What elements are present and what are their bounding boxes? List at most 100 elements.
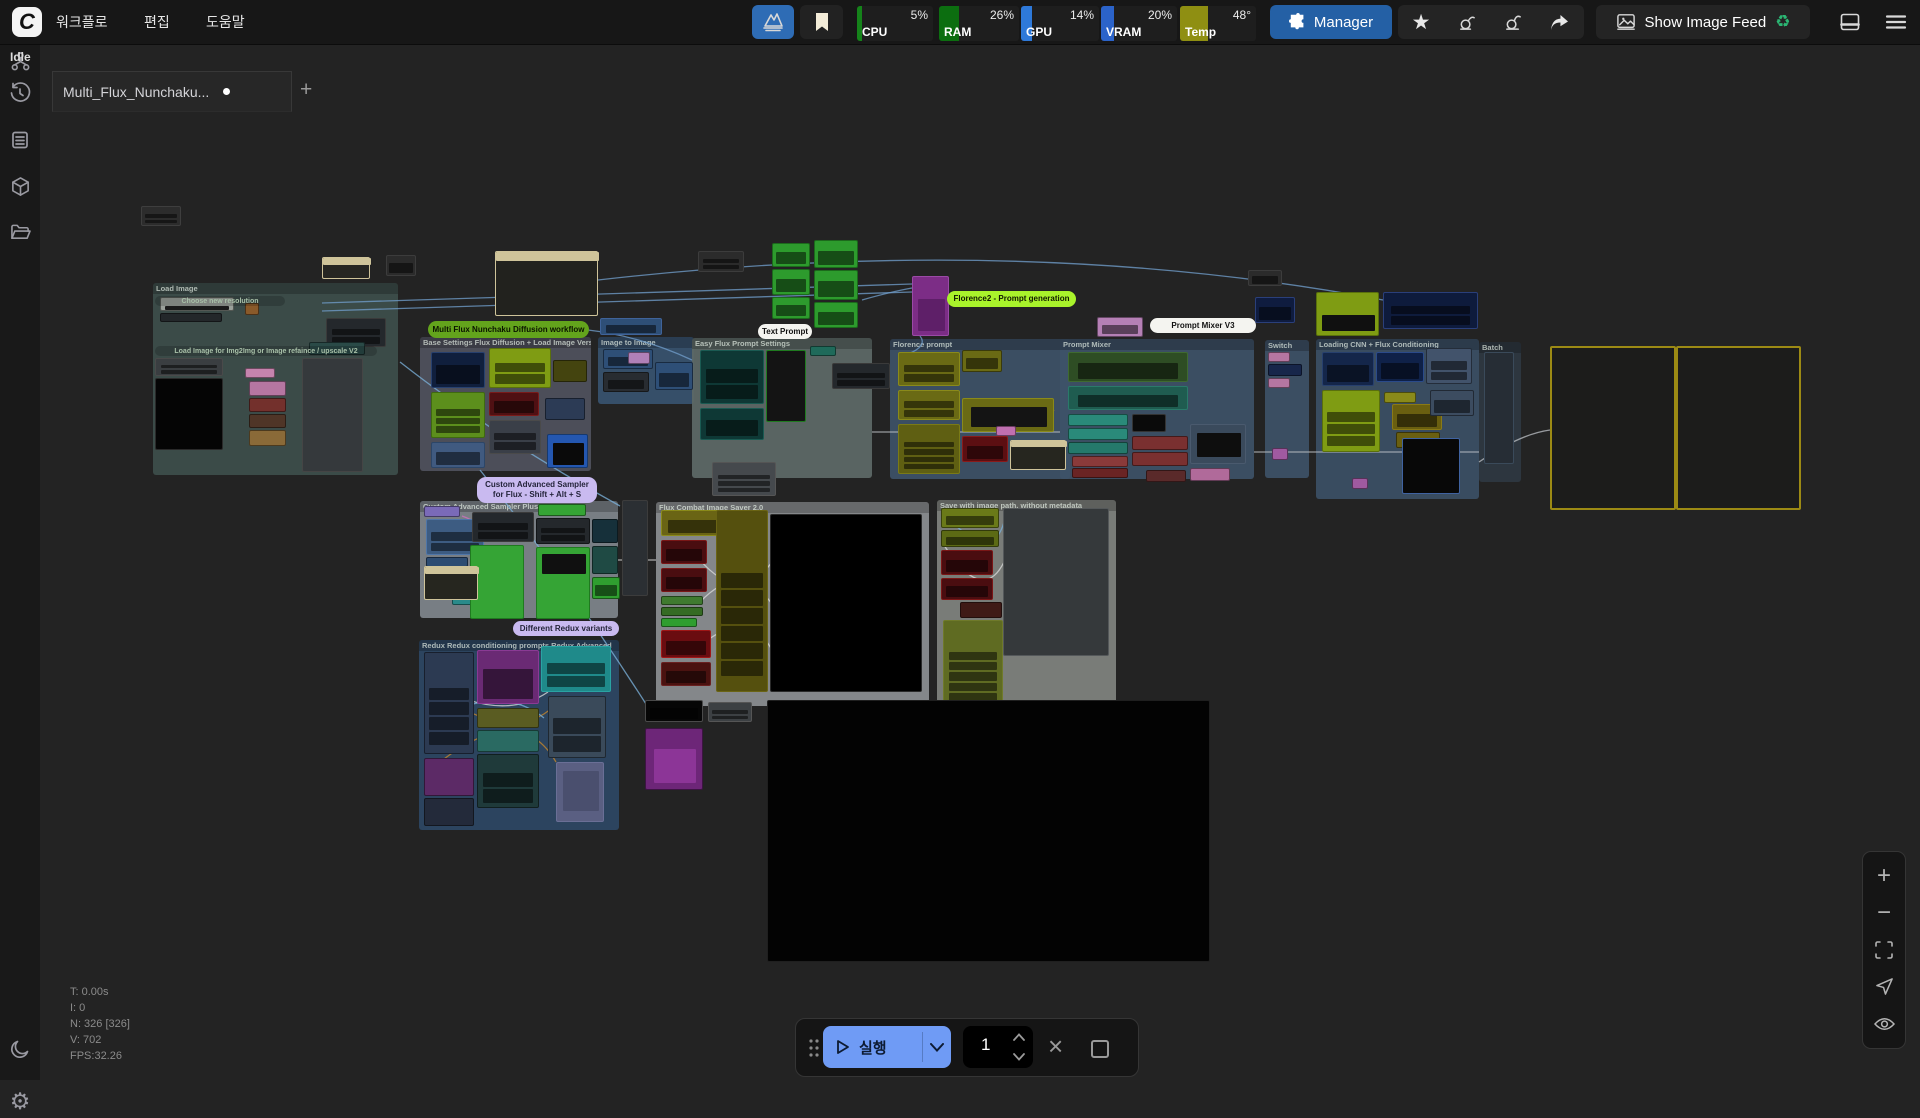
- workflow-node[interactable]: [545, 398, 585, 420]
- eye-icon[interactable]: [1871, 1011, 1897, 1037]
- settings-button[interactable]: ⚙: [3, 1084, 37, 1118]
- workflow-node[interactable]: [1426, 348, 1472, 384]
- workflow-node[interactable]: [622, 500, 648, 596]
- workflow-node[interactable]: [424, 758, 474, 796]
- workflow-node[interactable]: [541, 646, 611, 692]
- sidebar-model-library-button[interactable]: [3, 169, 37, 203]
- empty-image-frame[interactable]: [1550, 346, 1676, 510]
- workflow-node[interactable]: [941, 550, 993, 575]
- star-icon[interactable]: ★: [1398, 10, 1444, 35]
- workflow-node[interactable]: [1132, 414, 1166, 432]
- workflow-node[interactable]: [898, 352, 960, 386]
- workflow-node[interactable]: [489, 420, 541, 454]
- workflow-node[interactable]: [645, 728, 703, 790]
- workflow-node[interactable]: [249, 414, 286, 428]
- workflow-node[interactable]: [553, 360, 587, 382]
- workflow-note-label[interactable]: Choose new resolution: [155, 296, 285, 306]
- zoom-out-icon[interactable]: −: [1871, 900, 1897, 926]
- workflow-node[interactable]: [772, 243, 810, 267]
- manager-button[interactable]: Manager: [1270, 5, 1392, 39]
- sidebar-history-button[interactable]: [3, 76, 37, 110]
- menu-workflow[interactable]: 워크플로: [46, 0, 118, 44]
- workflow-node[interactable]: [155, 378, 223, 450]
- sidebar-queue-button[interactable]: [3, 123, 37, 157]
- workflow-node[interactable]: [477, 754, 539, 808]
- workflow-note-label[interactable]: Custom Advanced Sampler for Flux - Shift…: [477, 477, 597, 503]
- workflow-node[interactable]: [470, 545, 524, 619]
- workflow-node[interactable]: [898, 390, 960, 420]
- workflow-node[interactable]: [912, 276, 949, 336]
- zoom-in-icon[interactable]: +: [1871, 863, 1897, 889]
- workflow-node[interactable]: [1484, 352, 1514, 464]
- workflow-node[interactable]: [424, 798, 474, 826]
- workflow-node[interactable]: [661, 540, 707, 564]
- workflow-node[interactable]: [489, 392, 539, 416]
- workflow-node[interactable]: [645, 700, 703, 722]
- workflow-node[interactable]: [1132, 452, 1188, 466]
- workflow-node[interactable]: [810, 346, 836, 356]
- workflow-node[interactable]: [1268, 378, 1290, 388]
- workflow-node[interactable]: [661, 607, 703, 616]
- workflow-node[interactable]: [941, 530, 999, 547]
- new-tab-button[interactable]: +: [300, 78, 312, 102]
- workflow-node[interactable]: [772, 269, 810, 295]
- workflow-node[interactable]: [495, 251, 598, 316]
- workflow-node[interactable]: [661, 630, 711, 658]
- nunchaku-button[interactable]: [752, 5, 794, 39]
- workflow-node[interactable]: [700, 350, 764, 404]
- workflow-node[interactable]: [477, 650, 539, 704]
- workflow-node[interactable]: [1190, 468, 1230, 481]
- workflow-node[interactable]: [767, 700, 1210, 962]
- workflow-node[interactable]: [431, 442, 485, 468]
- workflow-node[interactable]: [538, 504, 586, 516]
- run-button[interactable]: 실행: [823, 1026, 951, 1068]
- workflow-node[interactable]: [322, 257, 370, 279]
- workflow-node[interactable]: [661, 596, 703, 605]
- workflow-note-label[interactable]: Text Prompt: [758, 324, 812, 339]
- workflow-node[interactable]: [1352, 478, 1368, 489]
- main-menu-button[interactable]: [1878, 5, 1914, 39]
- drag-handle-icon[interactable]: [808, 1038, 820, 1058]
- workflow-node[interactable]: [712, 462, 776, 496]
- workflow-node[interactable]: [661, 618, 697, 627]
- workflow-note-label[interactable]: Prompt Mixer V3: [1150, 318, 1256, 333]
- theme-toggle-button[interactable]: [3, 1032, 37, 1066]
- comfyui-logo-icon[interactable]: C: [12, 7, 42, 37]
- workflow-node[interactable]: [1146, 470, 1186, 482]
- workflow-node[interactable]: [708, 702, 752, 722]
- chevron-down-icon[interactable]: [930, 1043, 944, 1052]
- step-up-icon[interactable]: [1013, 1033, 1025, 1041]
- workflow-node[interactable]: [1072, 468, 1128, 478]
- navigate-icon[interactable]: [1871, 974, 1897, 1000]
- workflow-node[interactable]: [962, 350, 1002, 372]
- workflow-node[interactable]: [249, 381, 286, 396]
- workflow-node[interactable]: [141, 206, 181, 226]
- workflow-node[interactable]: [1383, 292, 1478, 329]
- workflow-node[interactable]: [1316, 292, 1379, 336]
- show-image-feed-button[interactable]: Show Image Feed ♻: [1596, 5, 1810, 39]
- workflow-node[interactable]: [1376, 352, 1424, 382]
- workflow-node[interactable]: [814, 302, 858, 328]
- workflow-node[interactable]: [698, 251, 744, 272]
- workflow-node[interactable]: [472, 512, 534, 542]
- share-icon[interactable]: [1536, 14, 1582, 31]
- workflow-node[interactable]: [1010, 440, 1066, 470]
- workflow-node[interactable]: [1190, 424, 1246, 464]
- workflow-node[interactable]: [431, 352, 485, 388]
- workflow-node[interactable]: [249, 398, 286, 412]
- workflow-node[interactable]: [766, 350, 806, 422]
- workflow-node[interactable]: [716, 510, 768, 692]
- workflow-node[interactable]: [477, 730, 539, 752]
- workflow-node[interactable]: [1068, 414, 1128, 426]
- workflow-node[interactable]: [536, 547, 590, 619]
- workflow-node[interactable]: [941, 578, 993, 600]
- workflow-node[interactable]: [814, 270, 858, 300]
- workflow-node[interactable]: [1248, 270, 1282, 286]
- workflow-note-label[interactable]: Florence2 - Prompt generation: [947, 291, 1076, 307]
- workflow-node[interactable]: [1430, 390, 1474, 416]
- bell-icon[interactable]: [1444, 13, 1490, 32]
- workflow-node[interactable]: [249, 430, 286, 446]
- workflow-node[interactable]: [1072, 456, 1128, 467]
- fit-view-icon[interactable]: [1871, 937, 1897, 963]
- workflow-node[interactable]: [1402, 438, 1460, 494]
